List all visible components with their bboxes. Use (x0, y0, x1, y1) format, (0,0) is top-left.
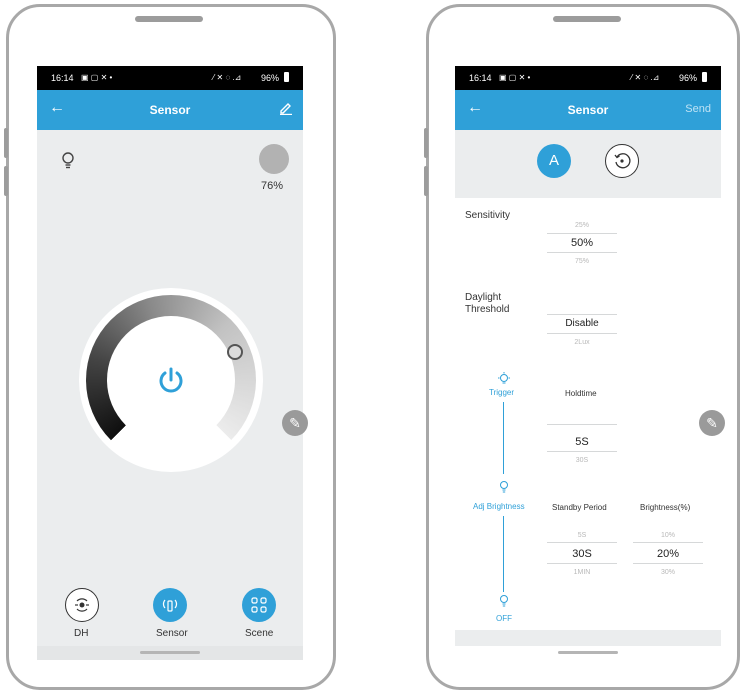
holdtime-value[interactable]: 5S (547, 436, 617, 448)
holdtime-label: Holdtime (565, 389, 597, 398)
brightness-dial[interactable] (79, 288, 263, 472)
sensor-button[interactable] (153, 588, 187, 622)
status-bar: 16:14 ▣ ▢ ✕ • ⁄ ✕ ◌ .⊿ 96% (455, 66, 721, 90)
daylight-value[interactable]: Disable (547, 318, 617, 329)
picker-divider (633, 563, 703, 564)
picker-divider (547, 252, 617, 253)
left-phone-side-button (4, 128, 8, 158)
scene-button[interactable] (242, 588, 276, 622)
color-preview-swatch[interactable] (259, 144, 289, 174)
sensor-icon (160, 595, 180, 620)
trigger-label: Trigger (489, 388, 515, 397)
edit-pencil-icon[interactable] (279, 101, 293, 118)
power-icon[interactable] (155, 364, 187, 401)
reset-mode-button[interactable] (605, 144, 639, 178)
right-floating-edit-button[interactable]: ✎ (699, 410, 725, 436)
picker-divider (547, 563, 617, 564)
right-phone-speaker (553, 16, 621, 22)
right-screen: 16:14 ▣ ▢ ✕ • ⁄ ✕ ◌ .⊿ 96% ← Sensor Send… (455, 66, 721, 660)
off-bulb-icon (498, 594, 510, 613)
dh-button[interactable] (65, 588, 99, 622)
status-right-icons: ⁄ ✕ ◌ .⊿ (213, 73, 242, 82)
left-phone-speaker (135, 16, 203, 22)
bottom-gray-band (455, 630, 721, 646)
status-time: 16:14 (469, 73, 492, 83)
daylight-option-below[interactable]: 2Lux (547, 339, 617, 346)
dial-knob[interactable] (227, 344, 243, 360)
dh-motion-icon (72, 595, 92, 620)
picker-divider (547, 542, 617, 543)
off-label: OFF (496, 614, 512, 623)
battery-icon (284, 72, 289, 82)
left-floating-edit-button[interactable]: ✎ (282, 410, 308, 436)
mode-selector-panel: A (455, 130, 721, 198)
picker-divider (547, 424, 617, 425)
brightness-value: 76% (261, 180, 284, 192)
daylight-label-line2: Threshold (465, 304, 510, 315)
left-phone-side-button-2 (4, 166, 8, 196)
sensitivity-value[interactable]: 50% (547, 237, 617, 249)
battery-percent: 96% (679, 73, 698, 83)
standby-value[interactable]: 30S (547, 548, 617, 560)
adj-brightness-bulb-icon (498, 480, 510, 499)
standby-label: Standby Period (552, 503, 607, 512)
status-time: 16:14 (51, 73, 74, 83)
sensitivity-label: Sensitivity (465, 210, 511, 221)
sensitivity-option-above[interactable]: 25% (547, 222, 617, 229)
app-bar: ← Sensor Send (455, 90, 721, 130)
brightness-option-below[interactable]: 30% (633, 569, 703, 576)
picker-divider (547, 451, 617, 452)
home-indicator[interactable] (140, 651, 200, 654)
brightness-percent-value[interactable]: 20% (633, 548, 703, 560)
sensitivity-option-below[interactable]: 75% (547, 258, 617, 265)
timeline-line (503, 402, 504, 474)
status-bar: 16:14 ▣ ▢ ✕ • ⁄ ✕ ◌ .⊿ 96% (37, 66, 303, 90)
right-phone-side-button (424, 128, 428, 158)
system-nav-bar (37, 646, 303, 660)
left-screen: 16:14 ▣ ▢ ✕ • ⁄ ✕ ◌ .⊿ 96% ← Sensor 76% … (37, 66, 303, 660)
battery-icon (702, 72, 707, 82)
standby-option-above[interactable]: 5S (547, 532, 617, 539)
system-nav-bar (455, 646, 721, 660)
page-title: Sensor (567, 103, 609, 117)
daylight-label-line1: Daylight (465, 292, 502, 303)
picker-divider (547, 314, 617, 315)
status-left-icons: ▣ ▢ ✕ • (81, 73, 113, 82)
bulb-icon (61, 152, 75, 175)
right-phone-side-button-2 (424, 166, 428, 196)
send-button[interactable]: Send (685, 103, 711, 115)
scene-label: Scene (245, 628, 274, 639)
picker-divider (633, 542, 703, 543)
adj-brightness-label: Adj Brightness (473, 502, 525, 511)
picker-divider (547, 233, 617, 234)
app-bar: ← Sensor (37, 90, 303, 130)
status-left-icons: ▣ ▢ ✕ • (499, 73, 531, 82)
holdtime-option-below[interactable]: 30S (547, 457, 617, 464)
battery-percent: 96% (261, 73, 280, 83)
home-indicator[interactable] (558, 651, 618, 654)
reset-icon (613, 152, 631, 175)
status-right-icons: ⁄ ✕ ◌ .⊿ (631, 73, 660, 82)
dh-label: DH (74, 628, 89, 639)
timeline-line (503, 516, 504, 592)
standby-option-below[interactable]: 1MIN (547, 569, 617, 576)
scene-grid-icon (250, 596, 268, 619)
brightness-percent-label: Brightness(%) (640, 503, 691, 512)
picker-divider (547, 333, 617, 334)
brightness-option-above[interactable]: 10% (633, 532, 703, 539)
auto-mode-button[interactable]: A (537, 144, 571, 178)
sensor-label: Sensor (156, 628, 188, 639)
page-title: Sensor (149, 103, 191, 117)
